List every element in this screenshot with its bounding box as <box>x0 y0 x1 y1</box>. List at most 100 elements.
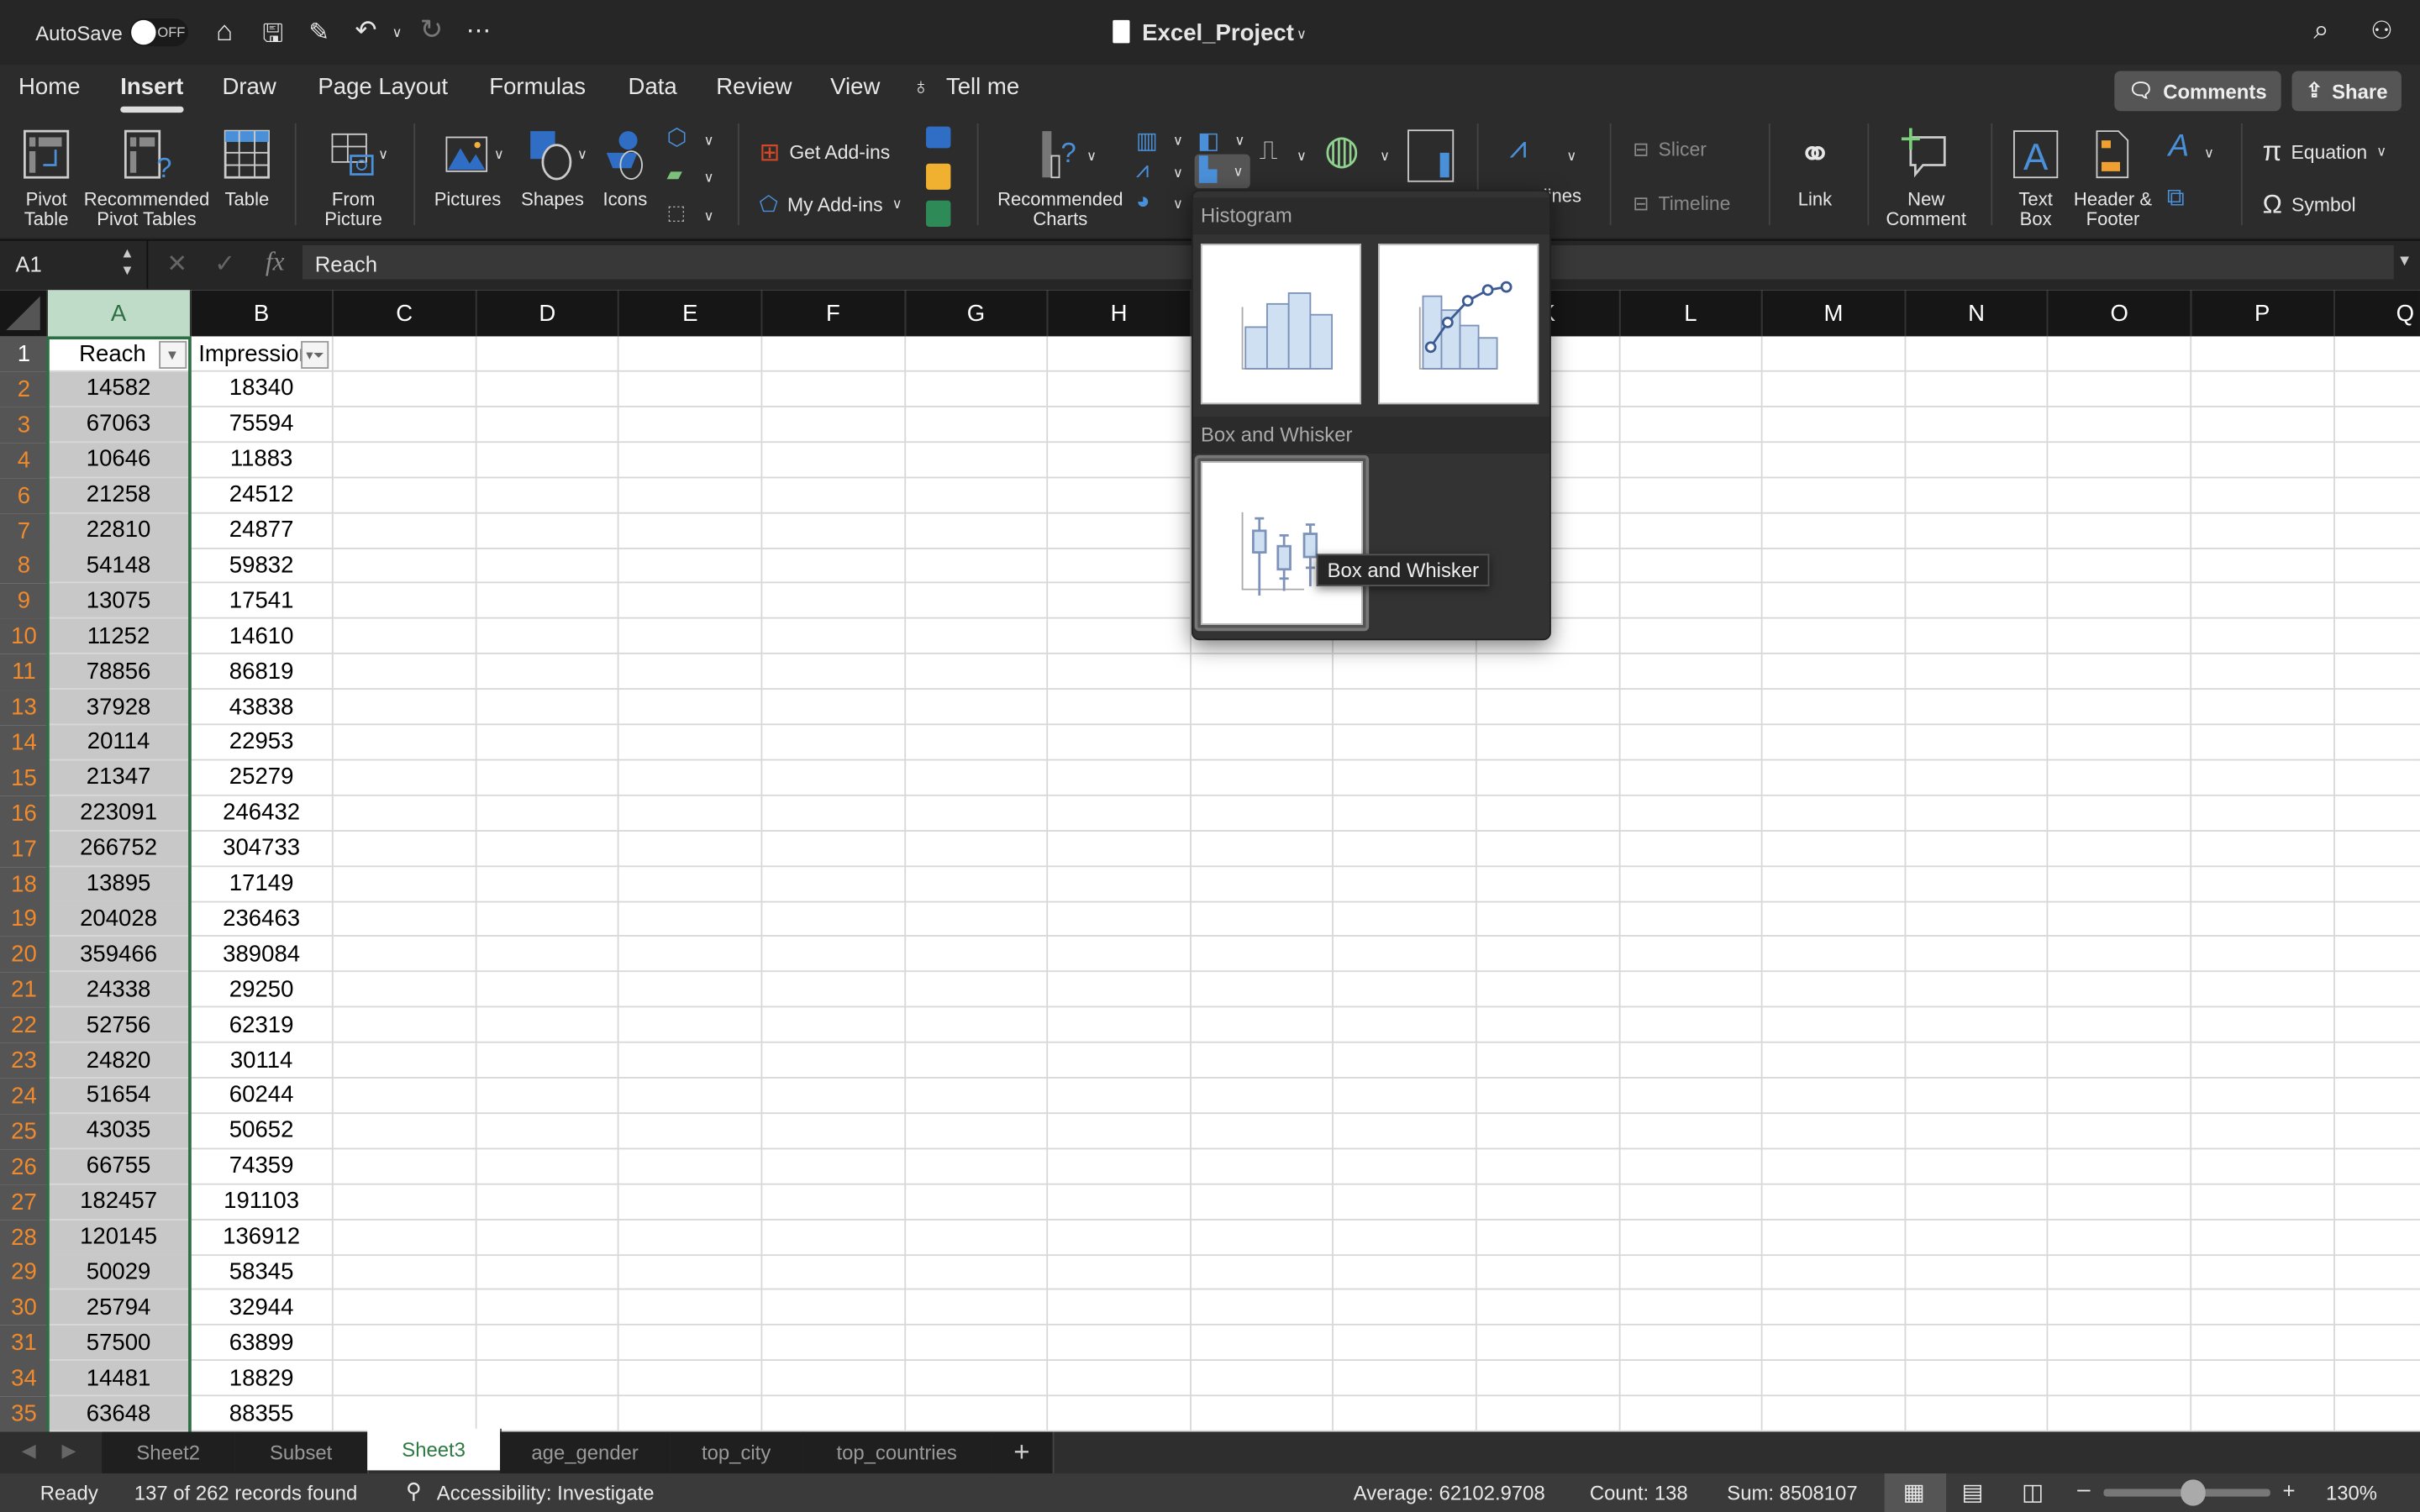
cell[interactable] <box>2191 1042 2335 1079</box>
share-button[interactable]: ⇪ Share <box>2291 71 2402 112</box>
cell[interactable] <box>476 1184 620 1221</box>
equation-button[interactable]: π Equation ∨ <box>2263 136 2387 169</box>
cell[interactable] <box>1048 654 1192 690</box>
new-comment-button[interactable]: New Comment <box>1886 128 1966 229</box>
cell[interactable] <box>905 1219 1049 1256</box>
cell[interactable] <box>334 690 477 726</box>
cell[interactable] <box>2334 1008 2420 1043</box>
cell[interactable] <box>1619 1007 1763 1043</box>
cell[interactable] <box>1476 1042 1620 1079</box>
cell-impressions[interactable]: 75594 <box>191 407 334 443</box>
cell[interactable] <box>1048 618 1192 655</box>
cell[interactable] <box>1191 1007 1334 1043</box>
cell[interactable] <box>2191 690 2335 726</box>
cell[interactable] <box>1191 654 1334 690</box>
row-header[interactable]: 35 <box>0 1396 48 1432</box>
name-box-stepper-icon[interactable]: ▲ ▼ <box>120 245 134 279</box>
cell[interactable] <box>762 1254 906 1291</box>
cell[interactable] <box>1619 583 1763 620</box>
cell[interactable] <box>2334 1290 2420 1326</box>
cell[interactable] <box>1476 972 1620 1008</box>
cell[interactable] <box>1619 1396 1763 1432</box>
cell[interactable] <box>2049 1254 2192 1291</box>
home-icon[interactable]: ⌂ <box>216 15 233 48</box>
cell[interactable] <box>762 831 906 867</box>
wordart-icon[interactable]: A <box>2169 129 2190 165</box>
cell[interactable] <box>1905 618 2049 655</box>
add-sheet-button[interactable]: + <box>991 1431 1055 1474</box>
cell[interactable] <box>2334 690 2420 726</box>
cell[interactable] <box>762 937 906 973</box>
cell[interactable] <box>905 760 1049 796</box>
row-header[interactable]: 22 <box>0 1007 48 1043</box>
cell-impressions[interactable]: 136912 <box>191 1219 334 1256</box>
cell[interactable] <box>2334 1114 2420 1149</box>
zoom-slider-handle[interactable] <box>2181 1479 2206 1506</box>
cell-impressions[interactable]: 29250 <box>191 972 334 1008</box>
cell-impressions[interactable]: 74359 <box>191 1148 334 1185</box>
cell[interactable] <box>1619 371 1763 407</box>
cell-impressions[interactable]: 17541 <box>191 583 334 620</box>
cell[interactable] <box>1619 407 1763 443</box>
cell[interactable] <box>1762 618 1906 655</box>
cell[interactable] <box>2334 619 2420 655</box>
cell[interactable] <box>1334 1148 1477 1185</box>
cell[interactable] <box>762 795 906 832</box>
cell[interactable] <box>1476 760 1620 796</box>
cell[interactable] <box>476 795 620 832</box>
column-header-f[interactable]: F <box>762 290 906 337</box>
row-header[interactable]: 21 <box>0 972 48 1008</box>
cell[interactable] <box>1619 654 1763 690</box>
cell[interactable] <box>1048 477 1192 513</box>
cell[interactable] <box>1191 1042 1334 1079</box>
cell[interactable] <box>2049 1078 2192 1114</box>
cell[interactable] <box>2191 1326 2335 1362</box>
cell[interactable] <box>1619 1078 1763 1114</box>
statistic-chart-button[interactable]: ▙ ∨ <box>1194 154 1250 189</box>
cell[interactable] <box>2334 549 2420 585</box>
cell[interactable] <box>1905 1326 2049 1362</box>
get-addins-button[interactable]: ⊞ Get Add-ins <box>760 137 891 168</box>
tab-review[interactable]: Review <box>716 74 792 100</box>
cell[interactable] <box>2049 1326 2192 1362</box>
cell[interactable] <box>619 690 763 726</box>
cell[interactable] <box>762 901 906 937</box>
pareto-option[interactable] <box>1378 244 1539 405</box>
cell[interactable] <box>334 1078 477 1114</box>
cell[interactable] <box>1476 1184 1620 1221</box>
accessibility-icon[interactable]: ⚲ <box>406 1478 422 1504</box>
cell[interactable] <box>1048 1184 1192 1221</box>
document-title[interactable]: Excel_Project <box>1142 20 1294 46</box>
cell[interactable] <box>1762 901 1906 937</box>
cell[interactable] <box>1191 1326 1334 1362</box>
recommended-pivot-tables-button[interactable]: ? Recommended Pivot Tables <box>84 128 209 229</box>
cell[interactable] <box>2049 548 2192 585</box>
cell[interactable] <box>619 583 763 620</box>
cell[interactable] <box>1048 866 1192 902</box>
tell-me-search[interactable]: Tell me <box>946 74 1019 100</box>
row-header[interactable]: 14 <box>0 725 48 761</box>
cell[interactable] <box>2191 1361 2335 1397</box>
cell[interactable] <box>1762 1326 1906 1362</box>
cell-reach[interactable]: 359466 <box>47 937 192 973</box>
cell[interactable] <box>2334 795 2420 832</box>
cell[interactable] <box>1762 690 1906 726</box>
cell[interactable] <box>619 618 763 655</box>
cell[interactable] <box>2049 901 2192 937</box>
undo-dropdown-icon[interactable]: ∨ <box>392 24 402 41</box>
cell[interactable] <box>1048 1254 1192 1291</box>
table-button[interactable]: Table <box>222 128 271 209</box>
cell[interactable] <box>1619 1042 1763 1079</box>
cell[interactable] <box>905 1184 1049 1221</box>
cell[interactable] <box>619 1219 763 1256</box>
column-header-e[interactable]: E <box>619 290 763 337</box>
cell[interactable] <box>334 1254 477 1291</box>
cell[interactable] <box>1619 690 1763 726</box>
function-icon[interactable]: fx <box>266 247 285 278</box>
cell[interactable] <box>1619 1148 1763 1185</box>
cell[interactable] <box>334 831 477 867</box>
cell[interactable] <box>334 725 477 761</box>
cell[interactable] <box>476 725 620 761</box>
cell[interactable] <box>1905 1113 2049 1149</box>
cell[interactable] <box>2191 371 2335 407</box>
